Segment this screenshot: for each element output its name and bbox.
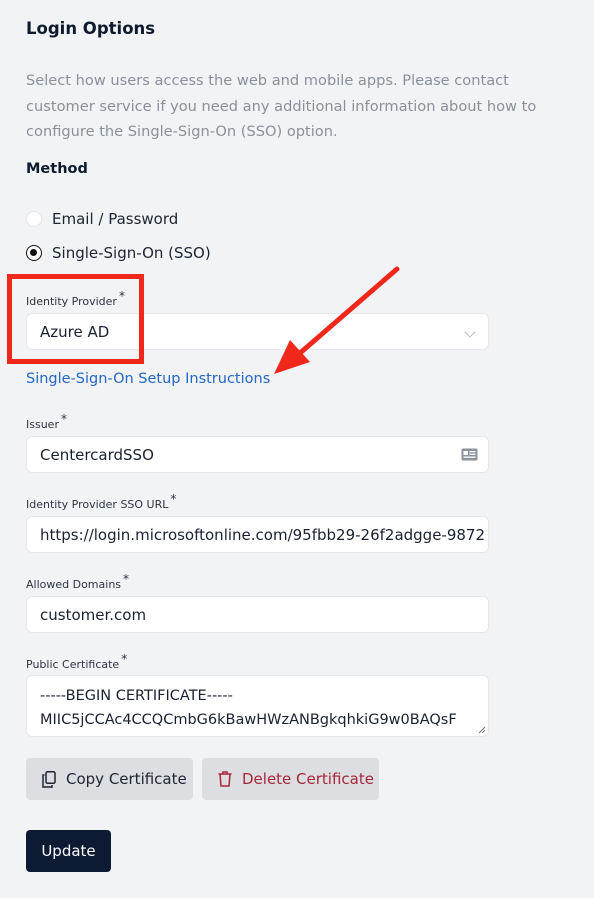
issuer-value: CentercardSSO [40,445,154,464]
required-mark: * [60,412,67,426]
issuer-input[interactable]: CentercardSSO [26,436,489,473]
radio-button-unchecked[interactable] [26,211,42,227]
annotation-highlight-box [7,274,144,364]
radio-email-password[interactable]: Email / Password [26,210,178,228]
public-certificate-textarea[interactable]: -----BEGIN CERTIFICATE----- MIIC5jCCAc4C… [26,675,489,737]
sso-url-label-text: Identity Provider SSO URL [26,498,169,511]
radio-button-checked[interactable] [26,245,42,261]
public-certificate-label: Public Certificate * [26,652,127,671]
method-label: Method [26,161,88,177]
section-title: Login Options [26,19,156,38]
sso-url-input[interactable]: https://login.microsoftonline.com/95fbb2… [26,516,489,553]
copy-icon [42,770,56,788]
update-button[interactable]: Update [26,830,111,872]
chevron-down-icon[interactable] [464,326,476,338]
required-mark: * [170,492,177,506]
issuer-label: Issuer * [26,412,67,431]
required-mark: * [121,652,128,666]
copy-certificate-button[interactable]: Copy Certificate [26,758,193,800]
copy-certificate-label: Copy Certificate [66,770,187,788]
sso-url-value: https://login.microsoftonline.com/95fbb2… [40,525,486,544]
trash-icon [218,771,232,787]
public-certificate-label-text: Public Certificate [26,658,120,671]
certificate-line-1: -----BEGIN CERTIFICATE----- [40,688,233,704]
radio-email-password-label: Email / Password [52,210,179,228]
required-mark: * [123,572,130,586]
allowed-domains-label-text: Allowed Domains [26,578,122,591]
resize-handle-icon[interactable] [478,726,486,734]
certificate-line-2: MIIC5jCCAc4CCQCmbG6kBawHWzANBgkqhkiG9w0B… [40,712,457,728]
radio-sso[interactable]: Single-Sign-On (SSO) [26,244,211,262]
sso-setup-instructions-link[interactable]: Single-Sign-On Setup Instructions [26,371,270,387]
contact-card-icon [461,448,478,461]
allowed-domains-input[interactable]: customer.com [26,596,489,633]
delete-certificate-button[interactable]: Delete Certificate [202,758,379,800]
sso-url-label: Identity Provider SSO URL * [26,492,176,511]
issuer-label-text: Issuer [26,418,59,431]
annotation-arrow-icon [274,266,400,374]
delete-certificate-label: Delete Certificate [242,770,374,788]
allowed-domains-value: customer.com [40,605,147,624]
section-description: Select how users access the web and mobi… [26,72,537,140]
allowed-domains-label: Allowed Domains * [26,572,129,591]
radio-sso-label: Single-Sign-On (SSO) [52,244,211,262]
